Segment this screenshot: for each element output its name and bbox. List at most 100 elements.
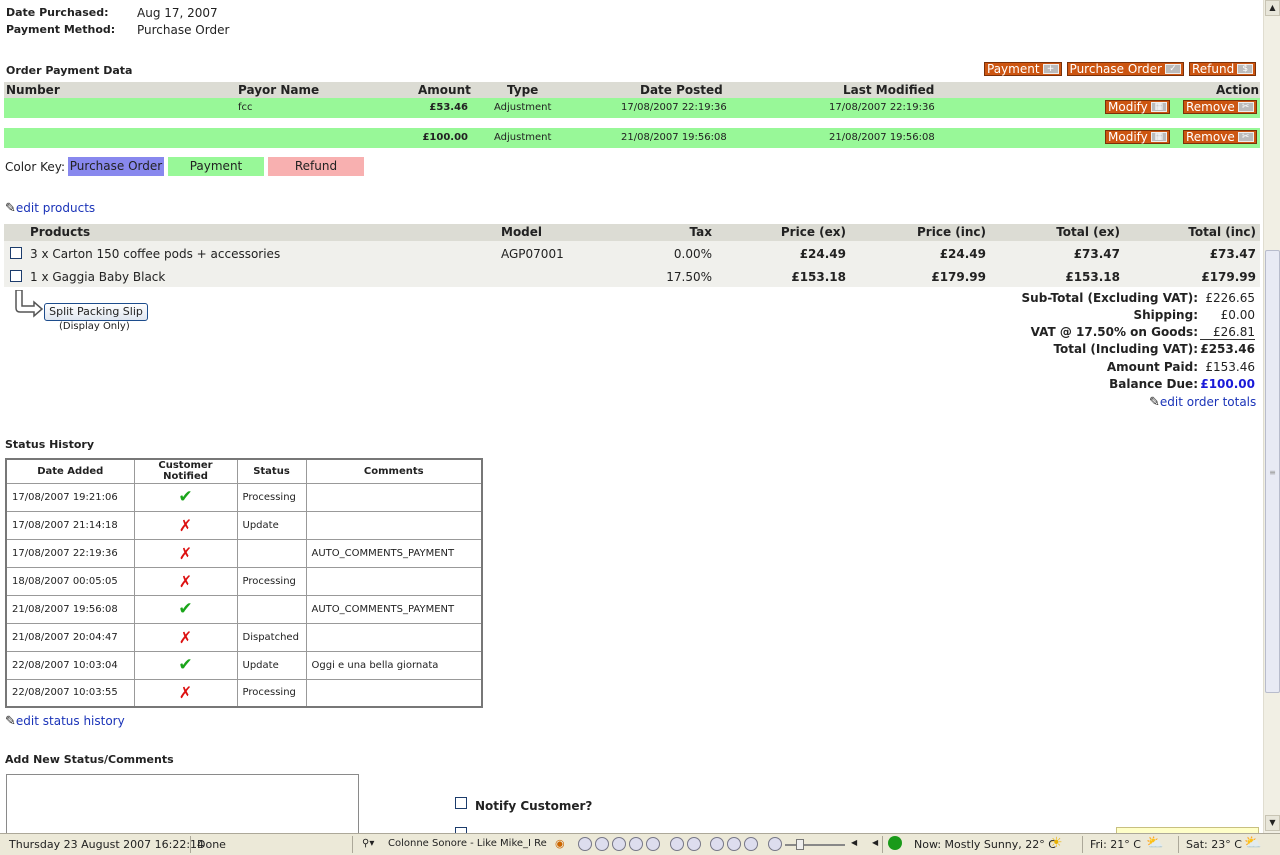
checkmark-icon: ✔ — [178, 599, 193, 619]
product-model: AGP07001 — [501, 247, 564, 261]
status-comments — [305, 482, 483, 512]
status-value: Processing — [236, 482, 307, 512]
product-total-inc: £179.99 — [1201, 270, 1256, 284]
product-tax: 17.50% — [666, 270, 712, 284]
payment-last-modified: 17/08/2007 22:19:36 — [829, 102, 935, 113]
volume-slider-thumb[interactable] — [796, 839, 804, 850]
weather-partly-cloudy-icon: ⛅ — [1146, 835, 1164, 851]
modify-button[interactable]: Modify ▦ — [1105, 130, 1170, 144]
status-header-row: Date Added Customer Notified Status Comm… — [5, 458, 483, 484]
table-row: 21/08/2007 19:56:08 ✔ AUTO_COMMENTS_PAYMEN… — [5, 594, 483, 624]
table-row: 22/08/2007 10:03:04 ✔ Update Oggi e una bel… — [5, 650, 483, 680]
product-checkbox[interactable] — [10, 247, 22, 259]
col-comments: Comments — [305, 458, 483, 484]
status-notified: ✗ — [133, 538, 238, 568]
forward-icon[interactable] — [687, 837, 701, 851]
down-icon[interactable] — [744, 837, 758, 851]
check-icon: ✓ — [1164, 64, 1181, 74]
status-comments — [305, 566, 483, 596]
amount-paid-value: £153.46 — [1205, 360, 1255, 374]
status-value — [236, 538, 307, 568]
plus-icon: + — [1042, 64, 1059, 74]
status-notified: ✔ — [133, 594, 238, 624]
scroll-thumb[interactable]: ≡ — [1265, 250, 1280, 693]
media-extra-controls[interactable] — [670, 837, 704, 851]
status-value: Dispatched — [236, 622, 307, 652]
status-history-table: Date Added Customer Notified Status Comm… — [5, 458, 483, 708]
remove-button[interactable]: Remove ✂ — [1183, 100, 1257, 114]
cross-icon: ✗ — [178, 571, 193, 591]
edit-products-label: edit products — [15, 201, 96, 215]
next-icon[interactable] — [646, 837, 660, 851]
product-price-inc: £179.99 — [931, 270, 986, 284]
arrow-left-icon-2[interactable]: ◀ — [872, 838, 878, 847]
status-comments: AUTO_COMMENTS_PAYMENT — [305, 594, 483, 624]
eject-icon[interactable] — [710, 837, 724, 851]
payment-row: fcc £53.46 Adjustment 17/08/2007 22:19:3… — [4, 98, 1260, 118]
edit-note-icon: ✎ — [1149, 395, 1160, 410]
media-player-icon[interactable]: ◉ — [555, 837, 565, 850]
payment-date-posted: 17/08/2007 22:19:36 — [621, 102, 727, 113]
notify-customer-checkbox[interactable] — [455, 797, 467, 809]
vertical-scrollbar[interactable]: ▲ ≡ ▼ — [1263, 0, 1280, 833]
product-total-ex: £73.47 — [1073, 247, 1120, 261]
search-icon[interactable]: ⚲▾ — [362, 838, 374, 849]
remove-button[interactable]: Remove ✂ — [1183, 130, 1257, 144]
up-icon[interactable] — [727, 837, 741, 851]
weather-fri: Fri: 21° C — [1090, 838, 1141, 851]
color-key-label: Color Key: — [5, 160, 66, 174]
rewind-icon[interactable] — [670, 837, 684, 851]
col-model: Model — [501, 225, 543, 239]
arrow-left-icon[interactable]: ◀ — [851, 838, 857, 847]
payment-date-posted: 21/08/2007 19:56:08 — [621, 132, 727, 143]
media-controls[interactable] — [578, 837, 663, 851]
col-products: Products — [30, 225, 91, 239]
arrow-down-right-icon — [15, 290, 44, 318]
edit-status-history-label: edit status history — [15, 714, 125, 728]
vat-label: VAT @ 17.50% on Goods: — [1030, 325, 1198, 339]
table-row: 1 x Gaggia Baby Black 17.50% £153.18 £17… — [4, 266, 1260, 286]
color-key-refund: Refund — [268, 157, 364, 176]
status-history-title: Status History — [5, 438, 95, 451]
payment-last-modified: 21/08/2007 19:56:08 — [829, 132, 935, 143]
col-status: Status — [236, 458, 307, 484]
status-date: 22/08/2007 10:03:55 — [5, 678, 135, 708]
status-comments: Oggi e una bella giornata — [305, 650, 483, 680]
scissors-icon: ✂ — [1237, 102, 1254, 112]
edit-order-totals-link[interactable]: ✎edit order totals — [1149, 395, 1256, 410]
status-value: Processing — [236, 566, 307, 596]
edit-status-history-link[interactable]: ✎edit status history — [5, 714, 125, 729]
status-done: Done — [197, 838, 226, 851]
checkmark-icon: ✔ — [178, 655, 193, 675]
status-date: 21/08/2007 19:56:08 — [5, 594, 135, 624]
add-refund-button[interactable]: Refund $ — [1188, 62, 1257, 76]
scroll-down-arrow-icon[interactable]: ▼ — [1265, 815, 1280, 831]
status-notified: ✔ — [133, 650, 238, 680]
previous-icon[interactable] — [578, 837, 592, 851]
payment-amount: £53.46 — [429, 102, 468, 113]
volume-slider[interactable] — [785, 844, 845, 846]
subtotal-value: £226.65 — [1205, 291, 1255, 305]
product-tax: 0.00% — [673, 247, 712, 261]
comments-textarea[interactable] — [6, 774, 359, 833]
grid-icon: ▦ — [1150, 132, 1167, 142]
volume-icon[interactable] — [768, 837, 785, 851]
add-purchase-order-button[interactable]: Purchase Order ✓ — [1066, 62, 1184, 76]
add-payment-button[interactable]: Payment + — [984, 62, 1062, 76]
product-checkbox[interactable] — [10, 270, 22, 282]
edit-products-link[interactable]: ✎edit products — [5, 201, 95, 216]
split-packing-slip-button[interactable]: Split Packing Slip — [44, 303, 148, 321]
col-price-inc: Price (inc) — [917, 225, 986, 239]
col-tax: Tax — [689, 225, 712, 239]
grid-icon: ▦ — [1150, 102, 1167, 112]
col-number: Number — [6, 83, 60, 97]
scroll-up-arrow-icon[interactable]: ▲ — [1265, 0, 1280, 16]
scissors-icon: ✂ — [1237, 132, 1254, 142]
stop-icon[interactable] — [629, 837, 643, 851]
shipping-value: £0.00 — [1220, 308, 1255, 322]
media-nav-controls[interactable] — [710, 837, 761, 851]
weather-sun-icon: ☀ — [1050, 835, 1063, 851]
modify-button[interactable]: Modify ▦ — [1105, 100, 1170, 114]
play-icon[interactable] — [595, 837, 609, 851]
pause-icon[interactable] — [612, 837, 626, 851]
